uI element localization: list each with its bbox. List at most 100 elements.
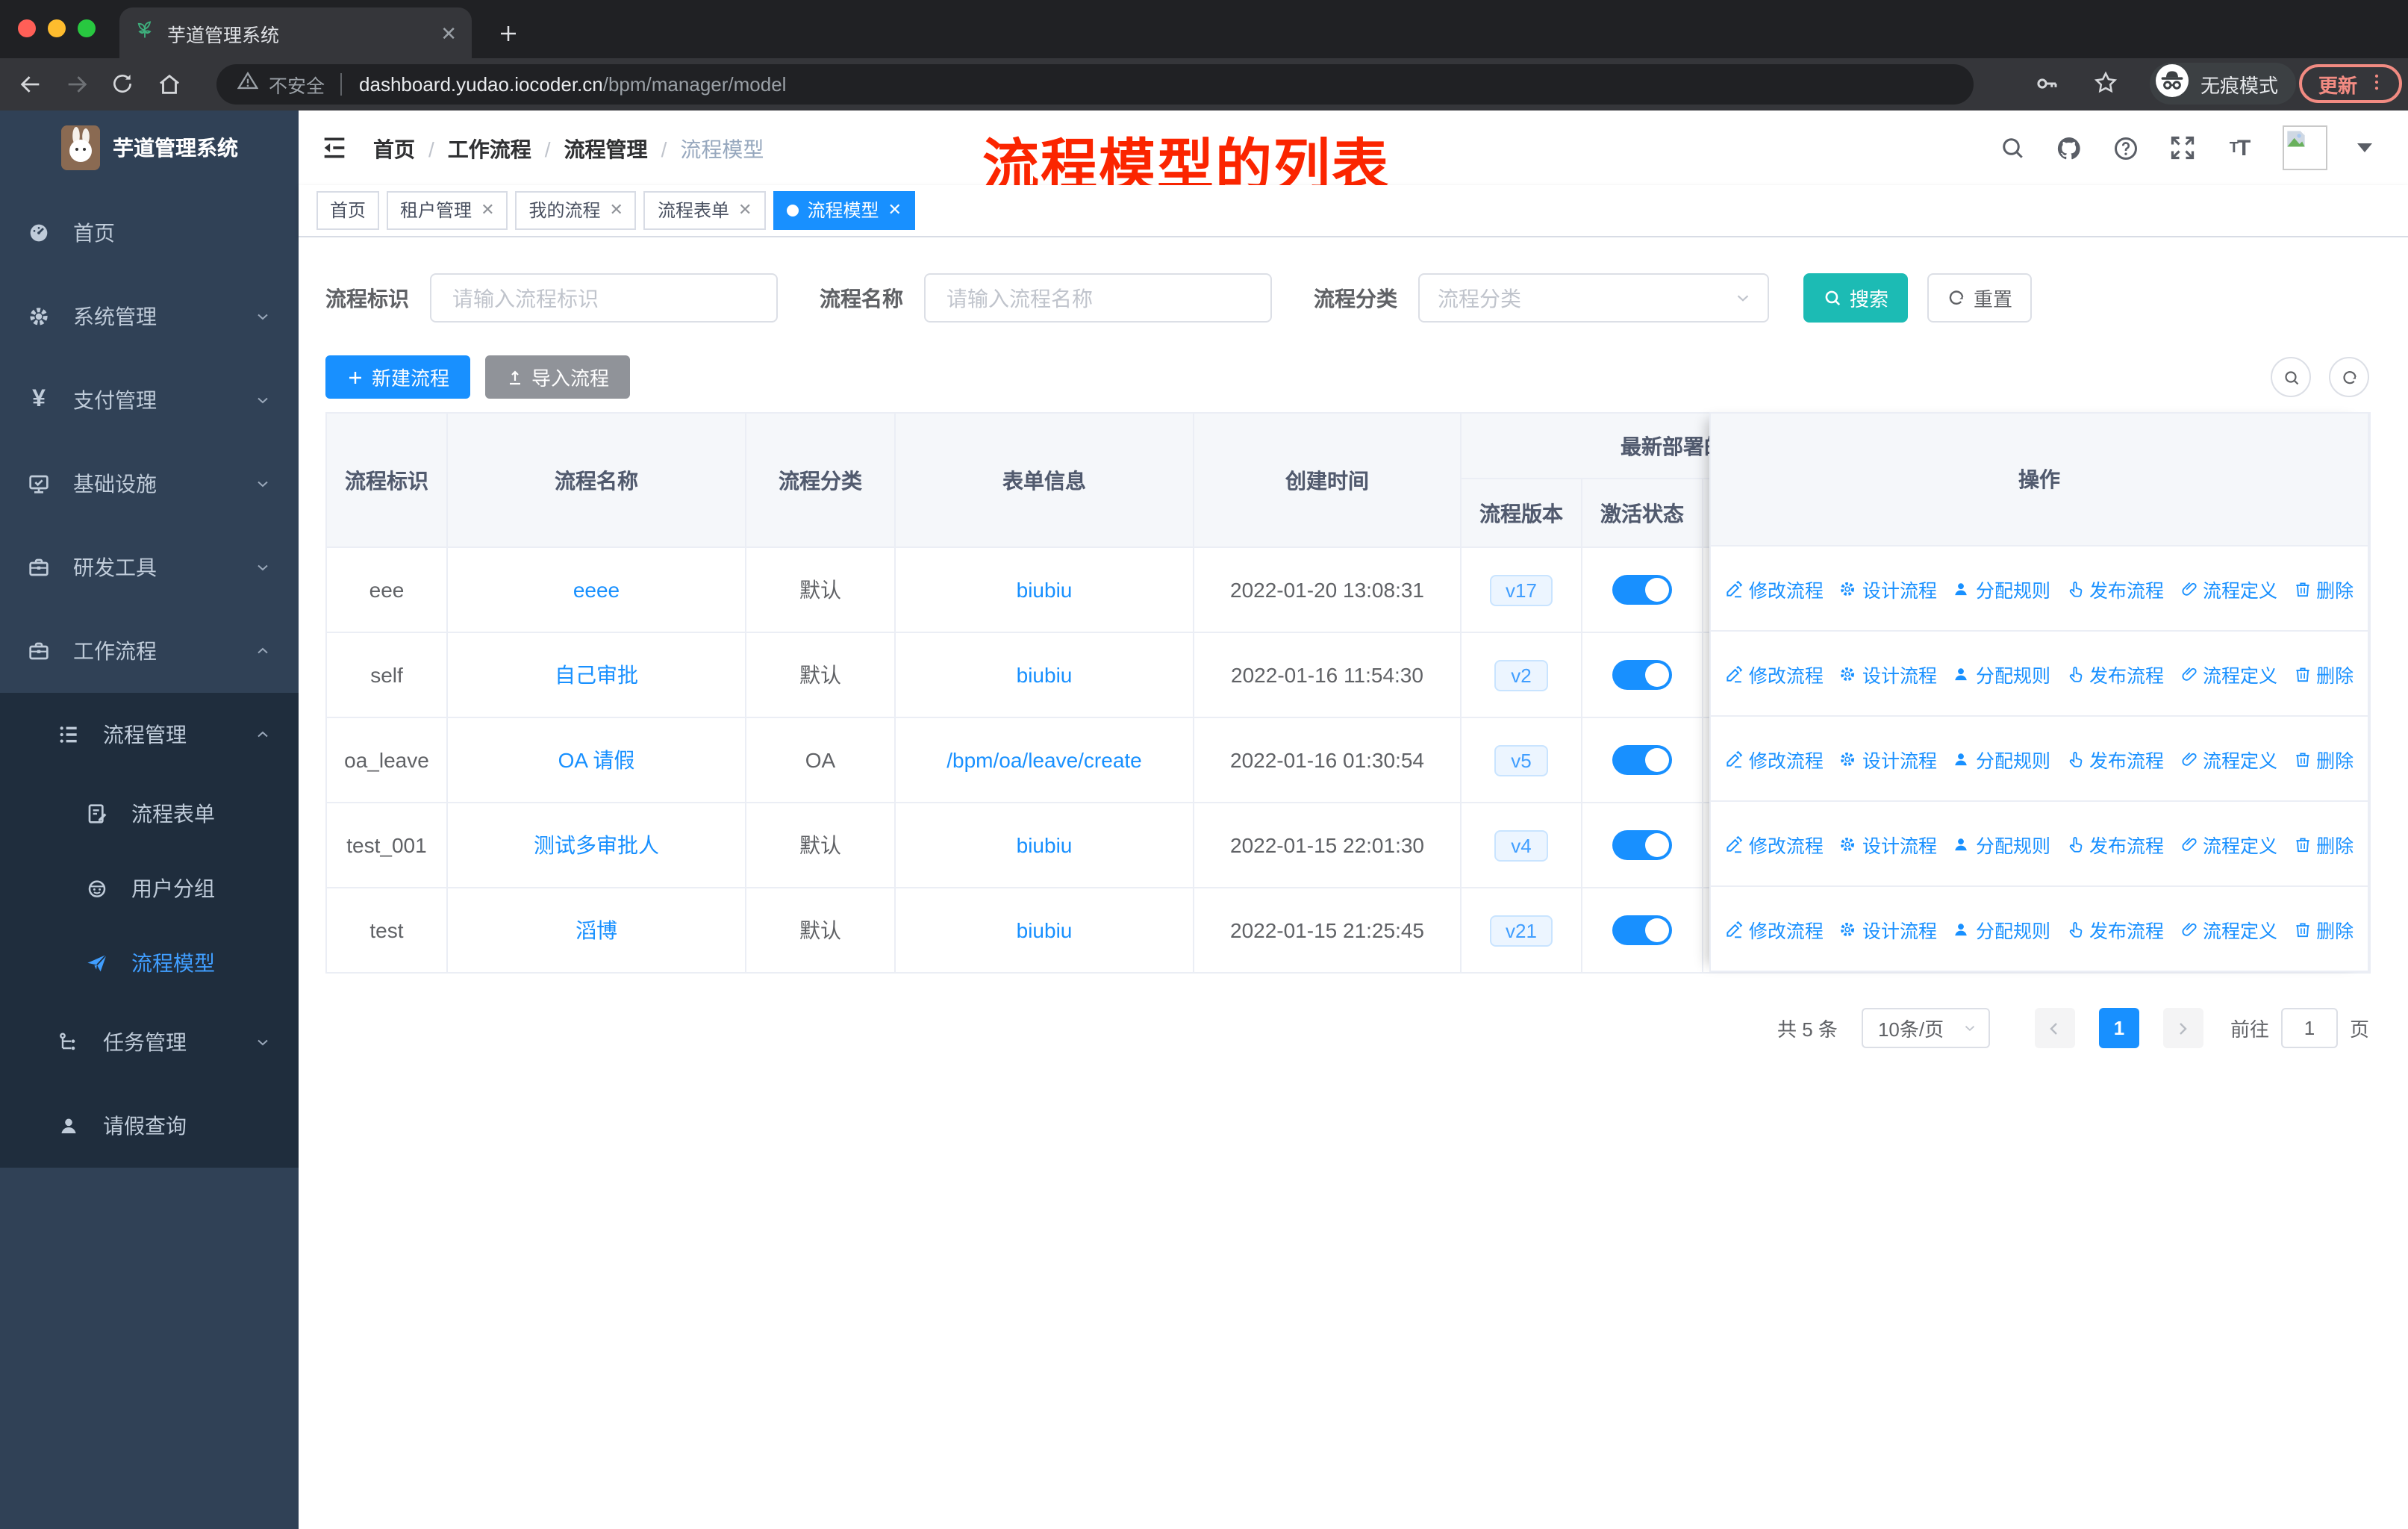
user2-action-link[interactable]: 分配规则 bbox=[1952, 659, 2050, 688]
trash-action-link[interactable]: 删除 bbox=[2292, 744, 2354, 773]
form-info-link[interactable]: biubiu bbox=[1017, 833, 1073, 857]
close-window-button[interactable] bbox=[18, 19, 36, 37]
process-name-input[interactable] bbox=[924, 273, 1272, 323]
breadcrumb-workflow[interactable]: 工作流程 bbox=[448, 134, 531, 164]
search-button[interactable]: 搜索 bbox=[1803, 273, 1909, 323]
app-logo[interactable]: 芋道管理系统 bbox=[0, 110, 299, 185]
sidebar-item[interactable]: 首页 bbox=[0, 191, 299, 275]
github-icon[interactable] bbox=[2056, 134, 2083, 161]
process-name-link[interactable]: 测试多审批人 bbox=[534, 833, 659, 857]
tab-active[interactable]: 流程模型 ✕ bbox=[773, 191, 915, 230]
trash-action-link[interactable]: 删除 bbox=[2292, 915, 2354, 943]
back-icon[interactable] bbox=[15, 69, 45, 99]
sidebar-item[interactable]: 任务管理 bbox=[0, 1000, 299, 1084]
form-info-link[interactable]: /bpm/oa/leave/create bbox=[946, 748, 1142, 772]
process-name-link[interactable]: OA 请假 bbox=[558, 748, 635, 772]
tab-item[interactable]: 我的流程 ✕ bbox=[515, 191, 637, 230]
import-process-button[interactable]: 导入流程 bbox=[485, 355, 631, 399]
paperclip-action-link[interactable]: 流程定义 bbox=[2179, 915, 2277, 943]
category-select[interactable]: 流程分类 bbox=[1418, 273, 1769, 323]
bookmark-star-icon[interactable] bbox=[2092, 69, 2120, 105]
process-id-input[interactable] bbox=[430, 273, 778, 323]
zoom-window-button[interactable] bbox=[78, 19, 96, 37]
edit-action-link[interactable]: 修改流程 bbox=[1725, 744, 1824, 773]
active-toggle[interactable] bbox=[1612, 745, 1672, 775]
breadcrumb-process-mgmt[interactable]: 流程管理 bbox=[564, 134, 648, 164]
reset-button[interactable]: 重置 bbox=[1927, 273, 2033, 323]
breadcrumb-home[interactable]: 首页 bbox=[373, 134, 415, 164]
avatar[interactable] bbox=[2283, 125, 2327, 170]
edit-action-link[interactable]: 修改流程 bbox=[1725, 659, 1824, 688]
close-icon[interactable]: ✕ bbox=[610, 193, 623, 228]
sidebar-item[interactable]: 流程模型 bbox=[0, 926, 299, 1000]
trash-action-link[interactable]: 删除 bbox=[2292, 829, 2354, 858]
form-info-link[interactable]: biubiu bbox=[1017, 663, 1073, 687]
tab-item[interactable]: 租户管理 ✕ bbox=[387, 191, 508, 230]
sidebar-item[interactable]: 基础设施 bbox=[0, 442, 299, 526]
address-bar[interactable]: 不安全 dashboard.yudao.iocoder.cn/bpm/manag… bbox=[216, 64, 1974, 105]
sidebar-item[interactable]: 用户分组 bbox=[0, 851, 299, 926]
user2-action-link[interactable]: 分配规则 bbox=[1952, 744, 2050, 773]
close-icon[interactable]: ✕ bbox=[481, 193, 494, 228]
paperclip-action-link[interactable]: 流程定义 bbox=[2179, 829, 2277, 858]
paperclip-action-link[interactable]: 流程定义 bbox=[2179, 659, 2277, 688]
font-size-icon[interactable]: TT bbox=[2226, 134, 2253, 161]
menu-dots-icon[interactable] bbox=[2366, 71, 2387, 96]
hand-action-link[interactable]: 发布流程 bbox=[2065, 829, 2164, 858]
process-name-link[interactable]: 滔博 bbox=[576, 918, 617, 942]
create-process-button[interactable]: 新建流程 bbox=[325, 355, 471, 399]
process-name-link[interactable]: 自己审批 bbox=[555, 663, 638, 687]
user2-action-link[interactable]: 分配规则 bbox=[1952, 915, 2050, 943]
next-page-button[interactable] bbox=[2162, 1008, 2203, 1048]
hand-action-link[interactable]: 发布流程 bbox=[2065, 574, 2164, 602]
sidebar-item[interactable]: 研发工具 bbox=[0, 526, 299, 609]
trash-action-link[interactable]: 删除 bbox=[2292, 574, 2354, 602]
fold-sidebar-icon[interactable] bbox=[319, 133, 349, 163]
active-toggle[interactable] bbox=[1612, 830, 1672, 860]
user2-action-link[interactable]: 分配规则 bbox=[1952, 829, 2050, 858]
window-controls[interactable] bbox=[18, 19, 96, 37]
active-toggle[interactable] bbox=[1612, 660, 1672, 690]
paperclip-action-link[interactable]: 流程定义 bbox=[2179, 744, 2277, 773]
paperclip-action-link[interactable]: 流程定义 bbox=[2179, 574, 2277, 602]
sidebar-item[interactable]: ¥ 支付管理 bbox=[0, 358, 299, 442]
refresh-icon[interactable] bbox=[2329, 357, 2369, 397]
hand-action-link[interactable]: 发布流程 bbox=[2065, 659, 2164, 688]
browser-tab[interactable]: 芋道管理系统 ✕ bbox=[119, 7, 472, 58]
page-size-select[interactable]: 10条/页 bbox=[1861, 1008, 1990, 1048]
edit-action-link[interactable]: 修改流程 bbox=[1725, 915, 1824, 943]
hand-action-link[interactable]: 发布流程 bbox=[2065, 744, 2164, 773]
new-tab-button[interactable] bbox=[487, 12, 528, 54]
tab-item[interactable]: 流程表单 ✕ bbox=[643, 191, 766, 230]
avatar-caret-icon[interactable] bbox=[2357, 143, 2372, 152]
sidebar-item[interactable]: 请假查询 bbox=[0, 1084, 299, 1168]
gear2-action-link[interactable]: 设计流程 bbox=[1838, 915, 1937, 943]
tab-close-icon[interactable]: ✕ bbox=[440, 23, 457, 43]
update-button[interactable]: 更新 bbox=[2299, 64, 2403, 103]
reload-icon[interactable] bbox=[107, 69, 137, 99]
gear2-action-link[interactable]: 设计流程 bbox=[1838, 829, 1937, 858]
sidebar-item[interactable]: 流程表单 bbox=[0, 776, 299, 851]
close-icon[interactable]: ✕ bbox=[888, 193, 901, 228]
trash-action-link[interactable]: 删除 bbox=[2292, 659, 2354, 688]
prev-page-button[interactable] bbox=[2034, 1008, 2075, 1048]
close-icon[interactable]: ✕ bbox=[738, 193, 752, 228]
forward-icon[interactable] bbox=[61, 69, 91, 99]
process-name-link[interactable]: eeee bbox=[573, 578, 620, 602]
minimize-window-button[interactable] bbox=[48, 19, 66, 37]
sidebar-item[interactable]: 工作流程 bbox=[0, 609, 299, 693]
security-label[interactable]: 不安全 bbox=[269, 70, 325, 99]
home-icon[interactable] bbox=[154, 69, 184, 99]
sidebar-item[interactable]: 流程管理 bbox=[0, 693, 299, 776]
active-toggle[interactable] bbox=[1612, 575, 1672, 605]
form-info-link[interactable]: biubiu bbox=[1017, 578, 1073, 602]
search-icon[interactable] bbox=[1999, 134, 2026, 161]
key-icon[interactable] bbox=[2033, 70, 2060, 105]
goto-page-input[interactable] bbox=[2280, 1008, 2338, 1048]
tab-item[interactable]: 首页 bbox=[316, 191, 380, 230]
gear2-action-link[interactable]: 设计流程 bbox=[1838, 744, 1937, 773]
fullscreen-icon[interactable] bbox=[2169, 134, 2196, 161]
user2-action-link[interactable]: 分配规则 bbox=[1952, 574, 2050, 602]
edit-action-link[interactable]: 修改流程 bbox=[1725, 574, 1824, 602]
process-name-field[interactable] bbox=[943, 284, 1253, 311]
